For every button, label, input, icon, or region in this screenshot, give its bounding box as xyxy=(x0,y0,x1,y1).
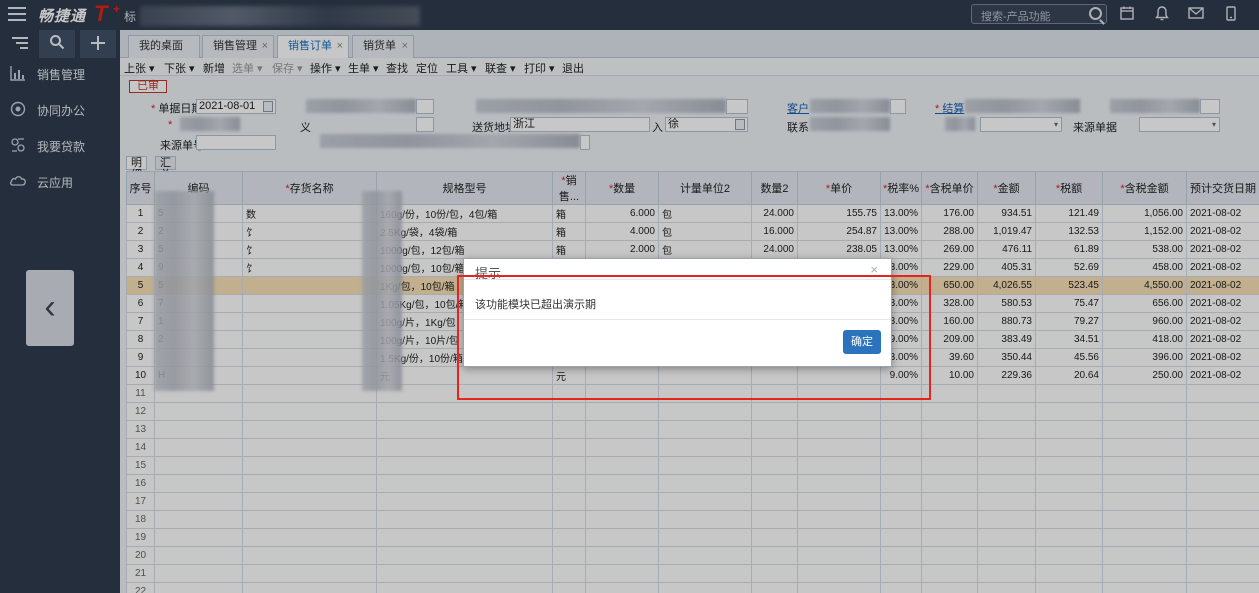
highlight-annotation-box xyxy=(457,275,931,400)
